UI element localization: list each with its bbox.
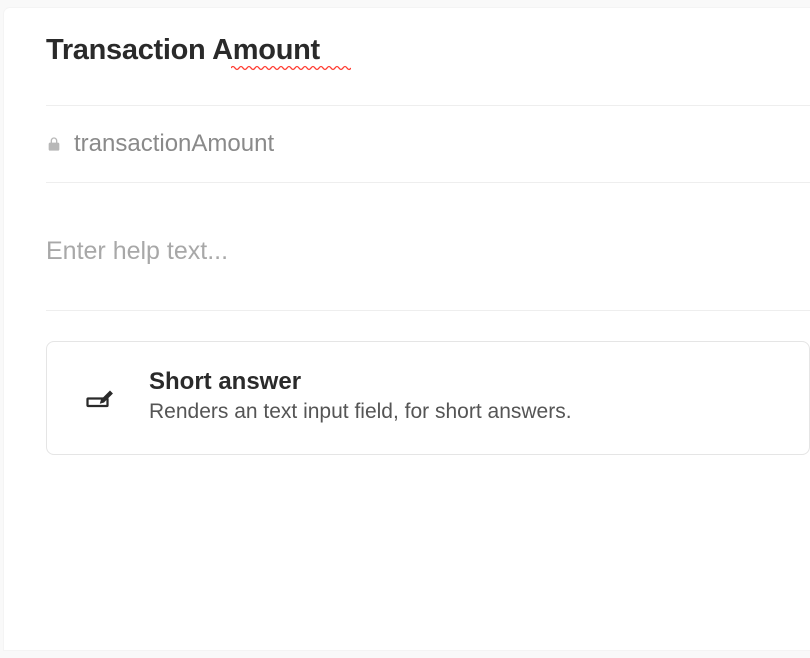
field-title[interactable]: Transaction Amount	[46, 34, 320, 67]
help-text-input[interactable]	[46, 183, 810, 310]
field-type-title: Short answer	[149, 368, 572, 396]
field-type-content: Short answer Renders an text input field…	[149, 368, 572, 424]
short-answer-icon	[85, 381, 115, 411]
help-text-section	[46, 183, 810, 311]
identifier-row: transactionAmount	[46, 105, 810, 183]
field-type-description: Renders an text input field, for short a…	[149, 400, 572, 424]
spellcheck-underline	[231, 65, 351, 71]
form-field-editor-panel: Transaction Amount transactionAmount Sho…	[4, 8, 810, 650]
field-type-card[interactable]: Short answer Renders an text input field…	[46, 341, 810, 455]
lock-icon	[46, 136, 62, 152]
title-row: Transaction Amount	[46, 34, 320, 67]
identifier-value: transactionAmount	[74, 130, 274, 158]
